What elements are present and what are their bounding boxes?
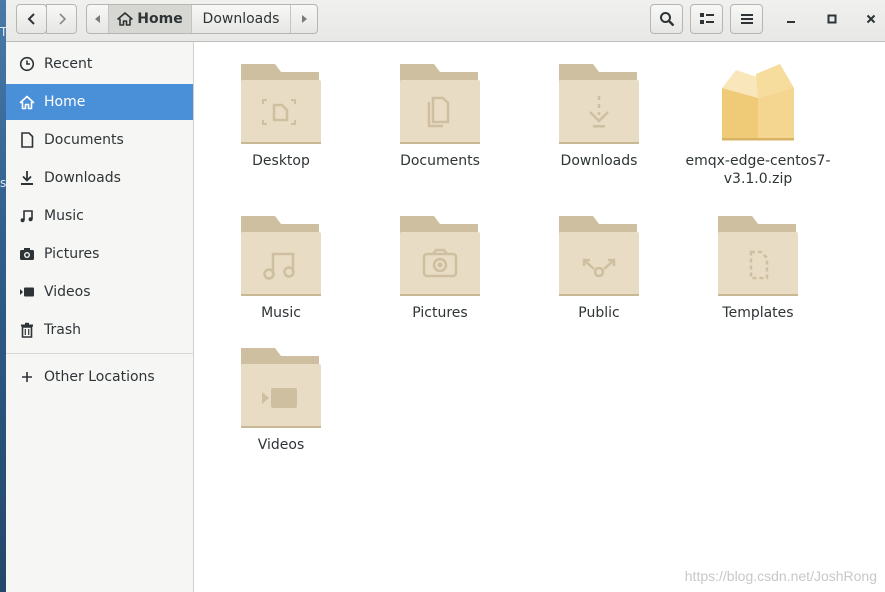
path-downloads-button[interactable]: Downloads [192,5,291,33]
list-view-icon [699,13,714,24]
home-icon [117,12,134,26]
sidebar-item-documents[interactable]: Documents [6,122,193,158]
zip-archive-icon [722,64,794,141]
file-name: Documents [400,153,480,169]
forward-button[interactable] [46,4,77,34]
header-bar: Home Downloads [6,0,885,42]
file-name: emqx-edge-centos7-v3.1.0.zip [685,153,831,187]
close-icon [866,14,876,24]
camera-icon [19,246,35,262]
sidebar-item-label: Music [44,208,84,224]
file-item-desktop[interactable]: Desktop [206,62,356,170]
file-item-pictures[interactable]: Pictures [365,214,515,322]
minimize-button[interactable] [776,4,806,34]
file-item-public[interactable]: Public [524,214,674,322]
file-name: Desktop [252,153,310,169]
file-grid: Desktop Documents Downloads emqx-edge-ce… [195,42,885,592]
folder-pictures-icon [400,216,480,296]
hamburger-menu-icon [740,14,753,24]
folder-public-icon [559,216,639,296]
sidebar-item-recent[interactable]: Recent [6,46,193,82]
chevron-right-icon [58,13,66,25]
maximize-button[interactable] [817,4,847,34]
folder-templates-icon [718,216,798,296]
home-icon [19,94,35,110]
folder-videos-icon [241,348,321,428]
path-downloads-label: Downloads [202,11,280,27]
video-icon [19,284,35,300]
folder-downloads-icon [559,64,639,144]
path-home-label: Home [137,11,183,27]
sidebar-divider [6,353,193,354]
file-item-zip[interactable]: emqx-edge-centos7-v3.1.0.zip [683,56,833,188]
sidebar-item-label: Videos [44,284,91,300]
path-home-button[interactable]: Home [109,5,192,33]
file-item-music[interactable]: Music [206,214,356,322]
watermark: https://blog.csdn.net/JoshRong [684,568,877,584]
folder-documents-icon [400,64,480,144]
sidebar-item-label: Trash [44,322,81,338]
file-item-documents[interactable]: Documents [365,62,515,170]
folder-desktop-icon [241,64,321,144]
triangle-left-icon [94,15,100,23]
trash-icon [19,322,35,338]
sidebar-item-label: Pictures [44,246,100,262]
file-item-videos[interactable]: Videos [206,346,356,454]
sidebar-item-label: Recent [44,56,93,72]
download-icon [19,170,35,186]
sidebar-item-videos[interactable]: Videos [6,274,193,310]
sidebar-item-trash[interactable]: Trash [6,312,193,348]
path-bar: Home Downloads [86,4,318,34]
document-icon [19,132,35,148]
sidebar-item-other-locations[interactable]: Other Locations [6,359,193,395]
sidebar-item-label: Home [44,94,86,110]
maximize-icon [827,14,837,24]
search-button[interactable] [650,4,683,34]
search-icon [659,12,674,27]
sidebar-item-home[interactable]: Home [6,84,193,120]
file-name: Pictures [412,305,468,321]
sidebar-item-pictures[interactable]: Pictures [6,236,193,272]
clock-icon [19,56,35,72]
sidebar-item-downloads[interactable]: Downloads [6,160,193,196]
sidebar-item-label: Downloads [44,170,121,186]
view-toggle-button[interactable] [690,4,723,34]
back-button[interactable] [16,4,47,34]
plus-icon [19,369,35,385]
file-name: Templates [722,305,794,321]
music-icon [19,208,35,224]
file-item-downloads[interactable]: Downloads [524,62,674,170]
minimize-icon [787,21,795,23]
file-item-templates[interactable]: Templates [683,214,833,322]
path-scroll-left-button[interactable] [87,5,109,33]
sidebar: Recent Home Documents Downloads Music Pi… [6,42,194,592]
file-name: Videos [257,437,305,453]
menu-button[interactable] [730,4,763,34]
folder-music-icon [241,216,321,296]
sidebar-item-label: Documents [44,132,124,148]
chevron-left-icon [27,13,35,25]
sidebar-item-music[interactable]: Music [6,198,193,234]
path-scroll-right-button[interactable] [291,5,317,33]
file-name: Music [261,305,301,321]
file-name: Downloads [560,153,638,169]
file-name: Public [578,305,620,321]
close-button[interactable] [857,4,885,34]
sidebar-item-label: Other Locations [44,369,155,385]
triangle-right-icon [302,15,307,23]
